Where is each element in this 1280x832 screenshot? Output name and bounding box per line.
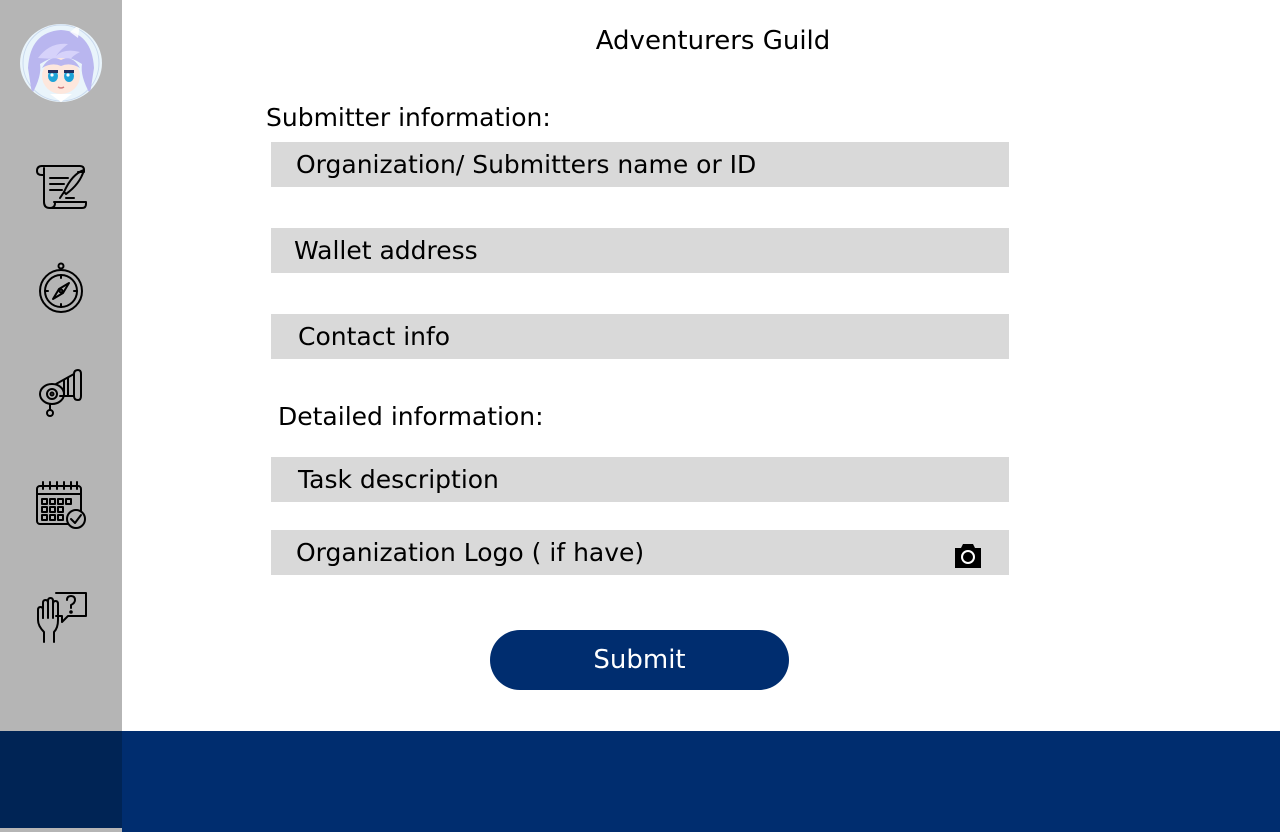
detailed-heading: Detailed information:: [278, 402, 544, 431]
contact-info-field[interactable]: Contact info: [271, 314, 1009, 359]
compass-icon: [39, 262, 83, 313]
footer-bar: [122, 731, 1280, 832]
avatar[interactable]: [20, 24, 102, 102]
submit-button[interactable]: Submit: [490, 630, 789, 690]
calendar-check-icon: [36, 481, 86, 529]
avatar-image: [22, 24, 100, 102]
organization-logo-field[interactable]: Organization Logo ( if have): [271, 530, 1009, 575]
organization-name-placeholder: Organization/ Submitters name or ID: [296, 150, 757, 179]
scroll-quill-icon: [36, 165, 87, 209]
task-description-placeholder: Task description: [298, 465, 499, 494]
task-description-field[interactable]: Task description: [271, 457, 1009, 502]
nav-calendar[interactable]: [34, 479, 88, 533]
nav-compass[interactable]: [34, 262, 88, 316]
submitter-heading: Submitter information:: [266, 103, 551, 132]
contact-info-placeholder: Contact info: [298, 322, 451, 351]
wallet-address-field[interactable]: Wallet address: [271, 228, 1009, 273]
organization-logo-placeholder: Organization Logo ( if have): [296, 538, 645, 567]
horn-icon: [39, 369, 82, 417]
nav-scroll-quill[interactable]: [34, 160, 88, 214]
camera-icon[interactable]: [954, 538, 982, 568]
wallet-address-placeholder: Wallet address: [294, 236, 478, 265]
nav-help[interactable]: [34, 590, 88, 644]
nav-horn[interactable]: [34, 366, 88, 420]
hand-question-icon: [37, 592, 87, 643]
sidebar: [0, 0, 122, 832]
page-title: Adventurers Guild: [595, 26, 831, 56]
sidebar-footer: [0, 731, 122, 828]
organization-name-field[interactable]: Organization/ Submitters name or ID: [271, 142, 1009, 187]
